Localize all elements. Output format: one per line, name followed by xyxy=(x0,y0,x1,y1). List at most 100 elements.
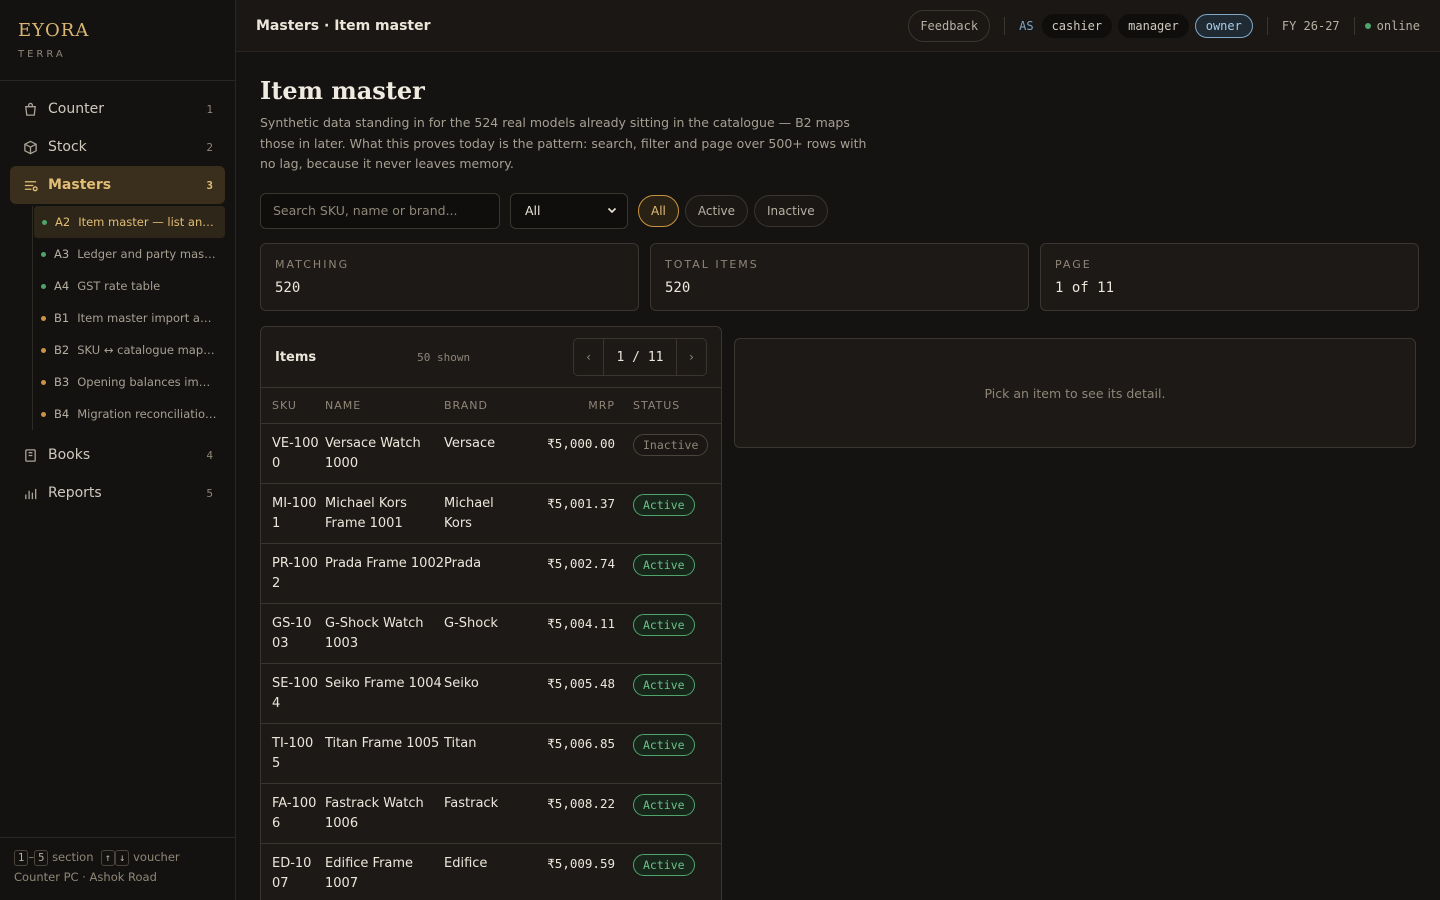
table-row[interactable]: PR-1002 Prada Frame 1002 Prada ₹5,002.74 Act… xyxy=(261,544,721,604)
submenu-item-b4[interactable]: B4 Migration reconciliation ... xyxy=(33,398,225,430)
stat-label: TOTAL ITEMS xyxy=(665,257,759,271)
role-owner[interactable]: owner xyxy=(1194,13,1253,38)
column-header-mrp[interactable]: MRP xyxy=(524,399,619,412)
role-manager[interactable]: manager xyxy=(1118,13,1189,38)
sidebar-item-stock[interactable]: Stock 2 xyxy=(10,128,225,166)
sidebar-item-shortcut: 1 xyxy=(206,102,213,116)
submenu-label: Migration reconciliation ... xyxy=(77,407,217,421)
hint-voucher: voucher xyxy=(133,850,180,864)
main-content: Item master Synthetic data standing in f… xyxy=(260,52,1420,900)
submenu-item-a2[interactable]: A2 Item master — list and d... xyxy=(34,206,225,238)
cell-status: Inactive xyxy=(619,434,709,456)
brand-subtitle: TERRA xyxy=(18,49,66,60)
submenu-code: A3 xyxy=(54,247,70,261)
submenu-code: A2 xyxy=(55,215,71,229)
sidebar-item-label: Books xyxy=(48,447,91,463)
sidebar-item-label: Masters xyxy=(48,177,112,193)
sidebar-item-counter[interactable]: Counter 1 xyxy=(10,90,225,128)
submenu-code: A4 xyxy=(54,279,70,293)
sidebar-item-label: Reports xyxy=(48,485,102,501)
location-label: Counter PC · Ashok Road xyxy=(14,870,157,884)
fiscal-year: FY 26-27 xyxy=(1281,18,1340,33)
stat-value: 1 of 11 xyxy=(1055,279,1115,296)
stat-value: 520 xyxy=(275,279,301,296)
key-hint: 1 xyxy=(14,850,29,866)
table-row[interactable]: ED-1007 Edifice Frame 1007 Edifice ₹5,009.5… xyxy=(261,844,721,900)
cell-name: Versace Watch 1000 xyxy=(325,436,421,471)
cell-sku: VE-1000 xyxy=(272,436,319,471)
prev-page-button[interactable]: ‹ xyxy=(574,339,603,375)
submenu-code: B4 xyxy=(54,407,70,421)
items-header: Items 50 shown ‹ 1 / 11 › xyxy=(261,327,721,388)
table-row[interactable]: FA-1006 Fastrack Watch 1006 Fastrack ₹5,008… xyxy=(261,784,721,844)
status-badge: Active xyxy=(633,794,695,816)
table-row[interactable]: TI-1005 Titan Frame 1005 Titan ₹5,006.85 Act… xyxy=(261,724,721,784)
sidebar-nav: Counter 1 Stock 2 Masters 3 A2 Item mast… xyxy=(0,81,235,512)
cell-brand: Edifice xyxy=(444,856,488,871)
brand: EYORA TERRA xyxy=(0,0,235,81)
filter-chip-inactive[interactable]: Inactive xyxy=(754,194,828,227)
table-header: SKU NAME BRAND MRP STATUS xyxy=(261,388,721,424)
cell-name: Prada Frame 1002 xyxy=(325,556,444,571)
bag-icon xyxy=(22,101,38,117)
cell-sku: MI-1001 xyxy=(272,496,317,531)
table-row[interactable]: VE-1000 Versace Watch 1000 Versace ₹5,000.0… xyxy=(261,424,721,484)
column-header-name[interactable]: NAME xyxy=(325,399,444,412)
status-dot xyxy=(41,379,46,385)
role-cashier[interactable]: cashier xyxy=(1041,13,1113,38)
hint-section: section xyxy=(52,850,94,864)
submenu-item-b3[interactable]: B3 Opening balances import xyxy=(33,366,225,398)
cell-name: Titan Frame 1005 xyxy=(325,736,440,751)
table-row[interactable]: GS-1003 G-Shock Watch 1003 G-Shock ₹5,004.1… xyxy=(261,604,721,664)
items-shown-count: 50 shown xyxy=(417,350,471,364)
table-row[interactable]: SE-1004 Seiko Frame 1004 Seiko ₹5,005.48 Act… xyxy=(261,664,721,724)
cell-brand: G-Shock xyxy=(444,616,498,631)
next-page-button[interactable]: › xyxy=(677,339,706,375)
status-select[interactable]: All xyxy=(510,192,628,229)
cell-mrp: ₹5,002.74 xyxy=(547,556,615,571)
filter-chip-active[interactable]: Active xyxy=(684,194,749,227)
submenu-item-a4[interactable]: A4 GST rate table xyxy=(33,270,225,302)
submenu-item-a3[interactable]: A3 Ledger and party master xyxy=(33,238,225,270)
item-detail-panel: Pick an item to see its detail. xyxy=(734,338,1416,448)
submenu-label: Ledger and party master xyxy=(77,247,217,261)
submenu-code: B2 xyxy=(54,343,70,357)
cell-sku: SE-1004 xyxy=(272,676,318,711)
cell-brand: Versace xyxy=(444,436,496,451)
cell-name: Edifice Frame 1007 xyxy=(325,856,414,891)
top-bar-actions: Feedback AS cashier manager owner FY 26-… xyxy=(908,9,1420,42)
stat-total-items: TOTAL ITEMS 520 xyxy=(650,242,1029,311)
column-header-status[interactable]: STATUS xyxy=(619,399,709,412)
column-header-sku[interactable]: SKU xyxy=(261,399,325,412)
divider xyxy=(1266,16,1268,35)
search-input[interactable]: Search SKU, name or brand... xyxy=(260,192,500,229)
submenu-item-b1[interactable]: B1 Item master import and... xyxy=(33,302,225,334)
stat-label: PAGE xyxy=(1055,257,1092,271)
cell-sku: GS-1003 xyxy=(272,616,312,651)
status-badge: Active xyxy=(633,614,695,636)
submenu-item-b2[interactable]: B2 SKU ↔ catalogue mappi... xyxy=(33,334,225,366)
table-row[interactable]: MI-1001 Michael Kors Frame 1001 Michael Ko… xyxy=(261,484,721,544)
stat-matching: MATCHING 520 xyxy=(260,242,639,311)
sidebar-item-masters[interactable]: Masters 3 xyxy=(10,166,225,204)
chevron-down-icon xyxy=(607,203,617,218)
items-title: Items xyxy=(275,349,317,365)
sidebar-item-shortcut: 5 xyxy=(206,486,213,500)
brand-name: EYORA xyxy=(18,20,90,41)
pagination: ‹ 1 / 11 › xyxy=(573,338,707,376)
sidebar-item-books[interactable]: Books 4 xyxy=(10,436,225,474)
cell-status: Active xyxy=(619,734,709,756)
sidebar: EYORA TERRA Counter 1 Stock 2 Masters 3 xyxy=(0,0,236,900)
sidebar-item-reports[interactable]: Reports 5 xyxy=(10,474,225,512)
stats-row: MATCHING 520 TOTAL ITEMS 520 PAGE 1 of 1… xyxy=(260,242,1420,311)
cell-status: Active xyxy=(619,794,709,816)
cell-status: Active xyxy=(619,614,709,636)
column-header-brand[interactable]: BRAND xyxy=(444,399,524,412)
breadcrumb: Masters · Item master xyxy=(256,17,431,34)
feedback-button[interactable]: Feedback xyxy=(908,9,991,42)
keyboard-hints: 1–5 section ↑ ↓ voucher xyxy=(14,850,222,866)
cell-mrp: ₹5,000.00 xyxy=(547,436,615,451)
sidebar-item-shortcut: 3 xyxy=(206,178,213,192)
filter-chip-all[interactable]: All xyxy=(638,194,679,227)
cell-sku: PR-1002 xyxy=(272,556,318,591)
